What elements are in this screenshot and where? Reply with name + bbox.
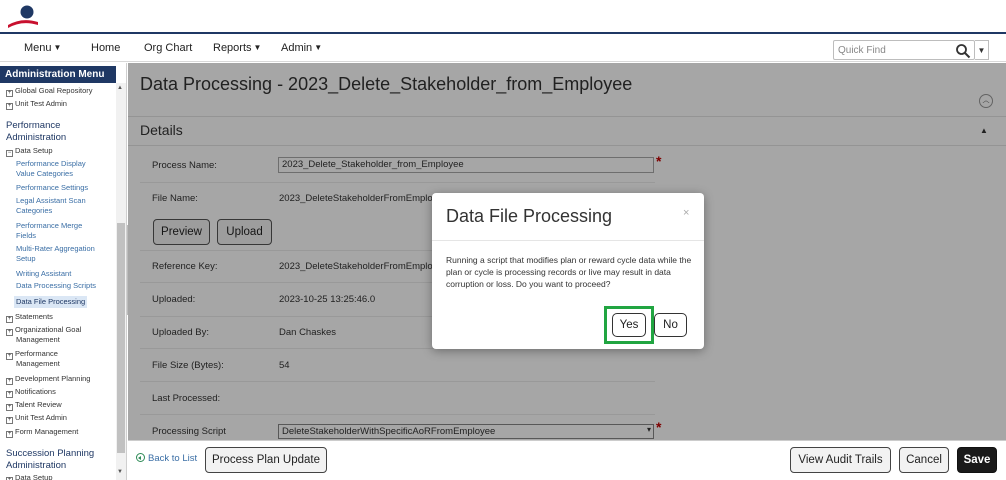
yes-button[interactable]: Yes — [612, 313, 646, 337]
sidebar-item[interactable]: Performance Settings — [16, 183, 88, 193]
sidebar-item[interactable]: Management — [16, 359, 60, 369]
view-audit-trails-button[interactable]: View Audit Trails — [790, 447, 891, 473]
cancel-button[interactable]: Cancel — [899, 447, 949, 473]
expand-icon[interactable]: + — [6, 391, 13, 398]
sidebar-item: Administration — [6, 132, 67, 143]
quick-find-dropdown-icon[interactable]: ▼ — [975, 40, 989, 60]
sidebar-item[interactable]: Performance Display — [16, 159, 86, 169]
sidebar-item[interactable]: Performance Merge — [16, 221, 82, 231]
sidebar-item[interactable]: Value Categories — [16, 169, 73, 179]
scroll-up-icon[interactable]: ▲ — [117, 85, 123, 91]
nav-admin[interactable]: Admin ▼ — [281, 42, 322, 54]
sidebar-item-active[interactable]: Data File Processing — [14, 296, 88, 308]
dialog-divider — [432, 240, 704, 241]
sidebar-item[interactable]: Management — [16, 335, 60, 345]
process-plan-update-button[interactable]: Process Plan Update — [205, 447, 327, 473]
expand-icon[interactable]: + — [6, 404, 13, 411]
nav-org-chart[interactable]: Org Chart — [144, 42, 192, 54]
sidebar-item[interactable]: + Talent Review — [6, 400, 62, 411]
nav-reports[interactable]: Reports ▼ — [213, 42, 261, 54]
close-icon[interactable]: × — [683, 207, 689, 219]
no-button[interactable]: No — [654, 313, 687, 337]
expand-icon[interactable]: + — [6, 378, 13, 385]
expand-icon[interactable]: + — [6, 353, 13, 360]
sidebar-item[interactable]: Multi-Rater Aggregation — [16, 244, 95, 254]
sidebar-item[interactable]: + Data Setup — [6, 473, 53, 480]
sidebar-item[interactable]: + Statements — [6, 312, 53, 323]
footer-bar: Back to List Process Plan Update View Au… — [128, 440, 1006, 480]
scroll-down-icon[interactable]: ▼ — [117, 469, 123, 475]
expand-icon[interactable]: + — [6, 103, 13, 110]
sidebar-item[interactable]: Setup — [16, 254, 36, 264]
dialog-title: Data File Processing — [446, 206, 613, 226]
expand-icon[interactable]: + — [6, 329, 13, 336]
sidebar-item[interactable]: + Notifications — [6, 387, 56, 398]
admin-sidebar: Administration Menu + Global Goal Reposit… — [0, 63, 127, 480]
sidebar-item[interactable]: Writing Assistant — [16, 269, 71, 279]
save-button[interactable]: Save — [957, 447, 997, 473]
company-logo[interactable] — [6, 3, 40, 31]
sidebar-item[interactable]: + Unit Test Admin — [6, 413, 67, 424]
quick-find-box — [833, 40, 975, 60]
brand-bar — [0, 0, 1006, 34]
expand-icon[interactable]: + — [6, 417, 13, 424]
sidebar-item[interactable]: + Global Goal Repository — [6, 86, 93, 97]
sidebar-header: Administration Menu — [0, 66, 116, 83]
nav-home[interactable]: Home — [91, 42, 120, 54]
quick-find-input[interactable] — [838, 43, 950, 58]
sidebar-item[interactable]: Categories — [16, 206, 52, 216]
sidebar-item[interactable]: Legal Assistant Scan — [16, 196, 86, 206]
back-to-list-link[interactable]: Back to List — [136, 453, 197, 464]
sidebar-item: Performance — [6, 120, 61, 131]
sidebar-item[interactable]: + Development Planning — [6, 374, 90, 385]
sidebar-item: Succession Planning — [6, 448, 95, 459]
sidebar-item[interactable]: Fields — [16, 231, 36, 241]
sidebar-item: Administration — [6, 460, 67, 471]
sidebar-item[interactable]: Data Processing Scripts — [16, 281, 96, 291]
sidebar-item[interactable]: + Unit Test Admin — [6, 99, 67, 110]
search-icon[interactable] — [955, 43, 971, 59]
sidebar-scrollbar[interactable]: ▲ ▼ — [116, 83, 126, 480]
back-arrow-icon — [136, 453, 145, 462]
sidebar-item[interactable]: + Form Management — [6, 427, 78, 438]
expand-icon[interactable]: + — [6, 431, 13, 438]
scroll-thumb[interactable] — [117, 223, 125, 453]
nav-menu[interactable]: Menu ▼ — [24, 42, 61, 54]
sidebar-item[interactable]: − Data Setup — [6, 146, 53, 157]
dialog-message: Running a script that modifies plan or r… — [446, 255, 692, 289]
collapse-icon[interactable]: − — [6, 150, 13, 157]
expand-icon[interactable]: + — [6, 316, 13, 323]
expand-icon[interactable]: + — [6, 90, 13, 97]
